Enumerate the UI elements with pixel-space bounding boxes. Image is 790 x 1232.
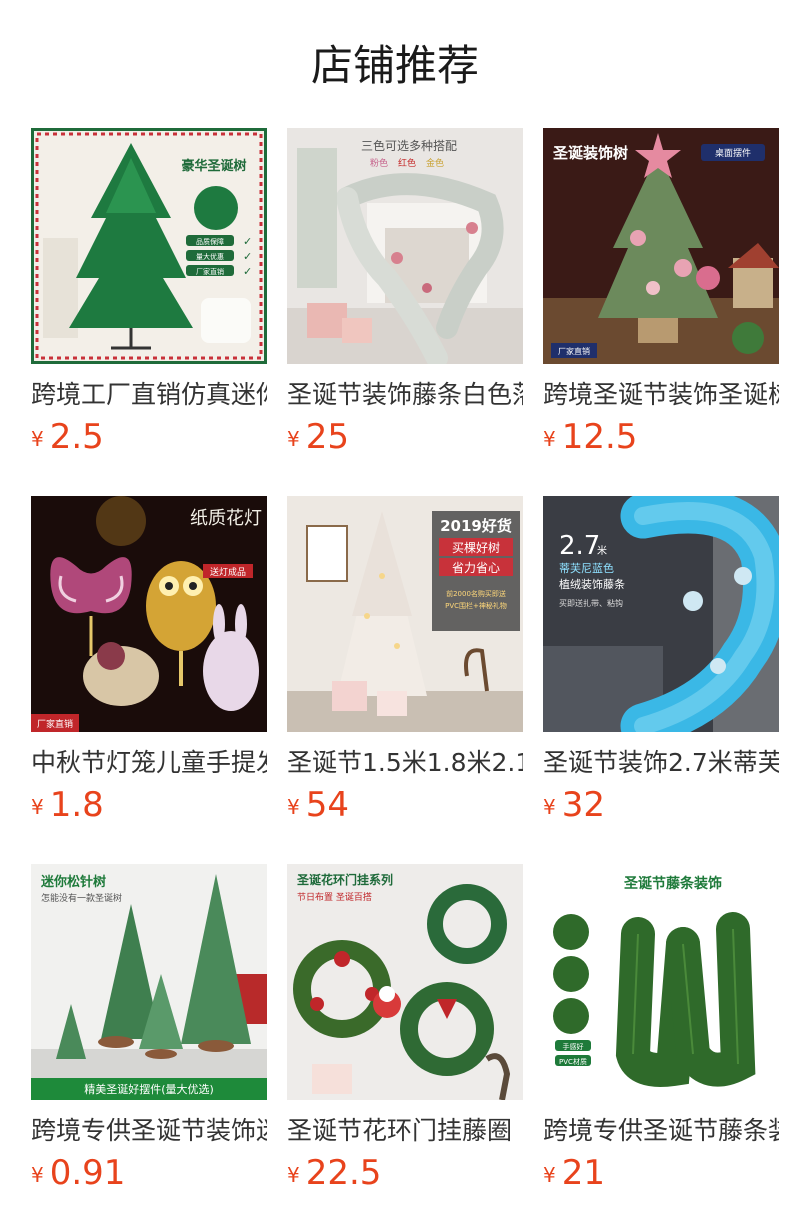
image-caption: 手感好 (563, 1042, 584, 1051)
price-value: 25 (305, 417, 349, 457)
section-title: 店铺推荐 (310, 41, 479, 90)
image-caption: 金色 (426, 157, 444, 169)
price-value: 0.91 (49, 1153, 126, 1193)
image-caption: 迷你松针树 (40, 874, 106, 890)
currency-symbol: ¥ (543, 1163, 556, 1187)
flocked-tree-with-gifts-image[interactable]: 2019好货 买棵好树 省力省心 前2000名购买即送 PVC围栏+神秘礼物 (287, 496, 523, 732)
currency-symbol: ¥ (31, 427, 44, 451)
image-caption: 米 (597, 544, 607, 557)
snowy-garland-fireplace-image[interactable]: 三色可选多种搭配 粉色 红色 金色 (287, 128, 523, 364)
blue-tinsel-garland-image[interactable]: 2.7 米 蒂芙尼蓝色 植绒装饰藤条 买即送扎带、粘钩 (543, 496, 779, 732)
product-card[interactable]: 2.7 米 蒂芙尼蓝色 植绒装饰藤条 买即送扎带、粘钩 圣诞节装饰2.7米蒂芙尼… (543, 496, 779, 864)
image-caption: 圣诞节藤条装饰 (623, 875, 722, 892)
price-value: 1.8 (49, 785, 104, 825)
image-caption: 植绒装饰藤条 (559, 577, 625, 591)
image-caption: 豪华圣诞树 (181, 158, 246, 174)
product-name[interactable]: 跨境工厂直销仿真迷你圣诞树 (31, 378, 267, 412)
currency-symbol: ¥ (543, 795, 556, 819)
product-card[interactable]: 圣诞花环门挂系列 节日布置 圣诞百搭 圣诞节花环门挂藤圈 ¥22.5 (287, 864, 523, 1232)
tabletop-pink-tree-image[interactable]: 圣诞装饰树 桌面摆件 厂家直销 (543, 128, 779, 364)
image-caption: 2.7 (559, 531, 600, 561)
price-value: 32 (561, 785, 605, 825)
product-price: ¥21 (543, 1152, 779, 1194)
svg-text:✓: ✓ (243, 235, 252, 248)
image-caption: 节日布置 圣诞百搭 (297, 891, 372, 903)
image-caption: 纸质花灯 (190, 508, 262, 529)
currency-symbol: ¥ (31, 1163, 44, 1187)
image-caption: 圣诞花环门挂系列 (296, 872, 393, 887)
product-card[interactable]: 纸质花灯 送灯成品 厂家直销 中秋节灯笼儿童手提发光 ¥1.8 (31, 496, 267, 864)
product-card[interactable]: 三色可选多种搭配 粉色 红色 金色 圣诞节装饰藤条白色落雪 ¥25 (287, 128, 523, 496)
image-caption: 2019好货 (440, 517, 512, 535)
image-caption: 前2000名购买即送 (446, 589, 506, 598)
image-caption: 怎能没有一款圣诞树 (41, 892, 122, 904)
green-christmas-tree-image[interactable]: 豪华圣诞树 品质保障 量大优惠 厂家直销 ✓ ✓ ✓ (31, 128, 267, 364)
product-card[interactable]: 迷你松针树 怎能没有一款圣诞树 精美圣诞好摆件(量大优选) 跨境专供圣诞节装饰迷… (31, 864, 267, 1232)
svg-text:✓: ✓ (243, 250, 252, 263)
currency-symbol: ¥ (31, 795, 44, 819)
currency-symbol: ¥ (287, 795, 300, 819)
product-name[interactable]: 圣诞节花环门挂藤圈 (287, 1114, 523, 1148)
image-caption: 买棵好树 (452, 540, 500, 555)
price-value: 22.5 (305, 1153, 382, 1193)
image-caption: 精美圣诞好摆件(量大优选) (84, 1082, 214, 1096)
product-name[interactable]: 跨境专供圣诞节藤条装饰 (543, 1114, 779, 1148)
product-price: ¥25 (287, 416, 523, 458)
product-card[interactable]: 豪华圣诞树 品质保障 量大优惠 厂家直销 ✓ ✓ ✓ 跨境工厂直销仿真迷你圣诞树… (31, 128, 267, 496)
product-card[interactable]: 圣诞装饰树 桌面摆件 厂家直销 跨境圣诞节装饰圣诞树桌面摆件 ¥12.5 (543, 128, 779, 496)
price-value: 12.5 (561, 417, 638, 457)
currency-symbol: ¥ (287, 1163, 300, 1187)
product-name[interactable]: 圣诞节1.5米1.8米2.1米 (287, 746, 523, 780)
price-value: 21 (561, 1153, 605, 1193)
image-caption: 红色 (398, 157, 416, 169)
christmas-wreaths-image[interactable]: 圣诞花环门挂系列 节日布置 圣诞百搭 (287, 864, 523, 1100)
image-caption: 圣诞装饰树 (552, 144, 628, 162)
product-price: ¥0.91 (31, 1152, 267, 1194)
image-caption: PVC材质 (559, 1057, 587, 1066)
paper-lanterns-image[interactable]: 纸质花灯 送灯成品 厂家直销 (31, 496, 267, 732)
product-name[interactable]: 圣诞节装饰藤条白色落雪 (287, 378, 523, 412)
product-price: ¥1.8 (31, 784, 267, 826)
image-caption: 省力省心 (452, 561, 500, 575)
product-price: ¥22.5 (287, 1152, 523, 1194)
image-caption: 蒂芙尼蓝色 (559, 561, 614, 575)
product-card[interactable]: 2019好货 买棵好树 省力省心 前2000名购买即送 PVC围栏+神秘礼物 圣… (287, 496, 523, 864)
svg-text:✓: ✓ (243, 265, 252, 278)
currency-symbol: ¥ (287, 427, 300, 451)
product-name[interactable]: 跨境圣诞节装饰圣诞树桌面摆件 (543, 378, 779, 412)
currency-symbol: ¥ (543, 427, 556, 451)
image-caption: 桌面摆件 (715, 147, 751, 159)
product-price: ¥12.5 (543, 416, 779, 458)
image-caption: 厂家直销 (37, 718, 73, 730)
pine-garland-image[interactable]: 圣诞节藤条装饰 手感好 PVC材质 (543, 864, 779, 1100)
image-caption: 厂家直销 (196, 267, 224, 276)
image-caption: PVC围栏+神秘礼物 (445, 601, 507, 610)
product-card[interactable]: 圣诞节藤条装饰 手感好 PVC材质 跨境专供圣诞节藤条装饰 ¥21 (543, 864, 779, 1232)
image-caption: 粉色 (370, 157, 388, 169)
image-caption: 厂家直销 (558, 346, 590, 356)
image-caption: 三色可选多种搭配 (361, 139, 457, 153)
price-value: 2.5 (49, 417, 104, 457)
product-name[interactable]: 圣诞节装饰2.7米蒂芙尼蓝色 (543, 746, 779, 780)
image-caption: 买即送扎带、粘钩 (559, 598, 623, 608)
image-caption: 送灯成品 (210, 566, 246, 578)
product-name[interactable]: 跨境专供圣诞节装饰迷你松针树 (31, 1114, 267, 1148)
mini-pine-trees-image[interactable]: 迷你松针树 怎能没有一款圣诞树 精美圣诞好摆件(量大优选) (31, 864, 267, 1100)
product-price: ¥2.5 (31, 416, 267, 458)
image-caption: 量大优惠 (196, 252, 224, 261)
product-grid: 豪华圣诞树 品质保障 量大优惠 厂家直销 ✓ ✓ ✓ 跨境工厂直销仿真迷你圣诞树… (31, 128, 790, 1232)
image-caption: 品质保障 (196, 237, 224, 246)
price-value: 54 (305, 785, 349, 825)
product-name[interactable]: 中秋节灯笼儿童手提发光 (31, 746, 267, 780)
product-price: ¥32 (543, 784, 779, 826)
product-price: ¥54 (287, 784, 523, 826)
